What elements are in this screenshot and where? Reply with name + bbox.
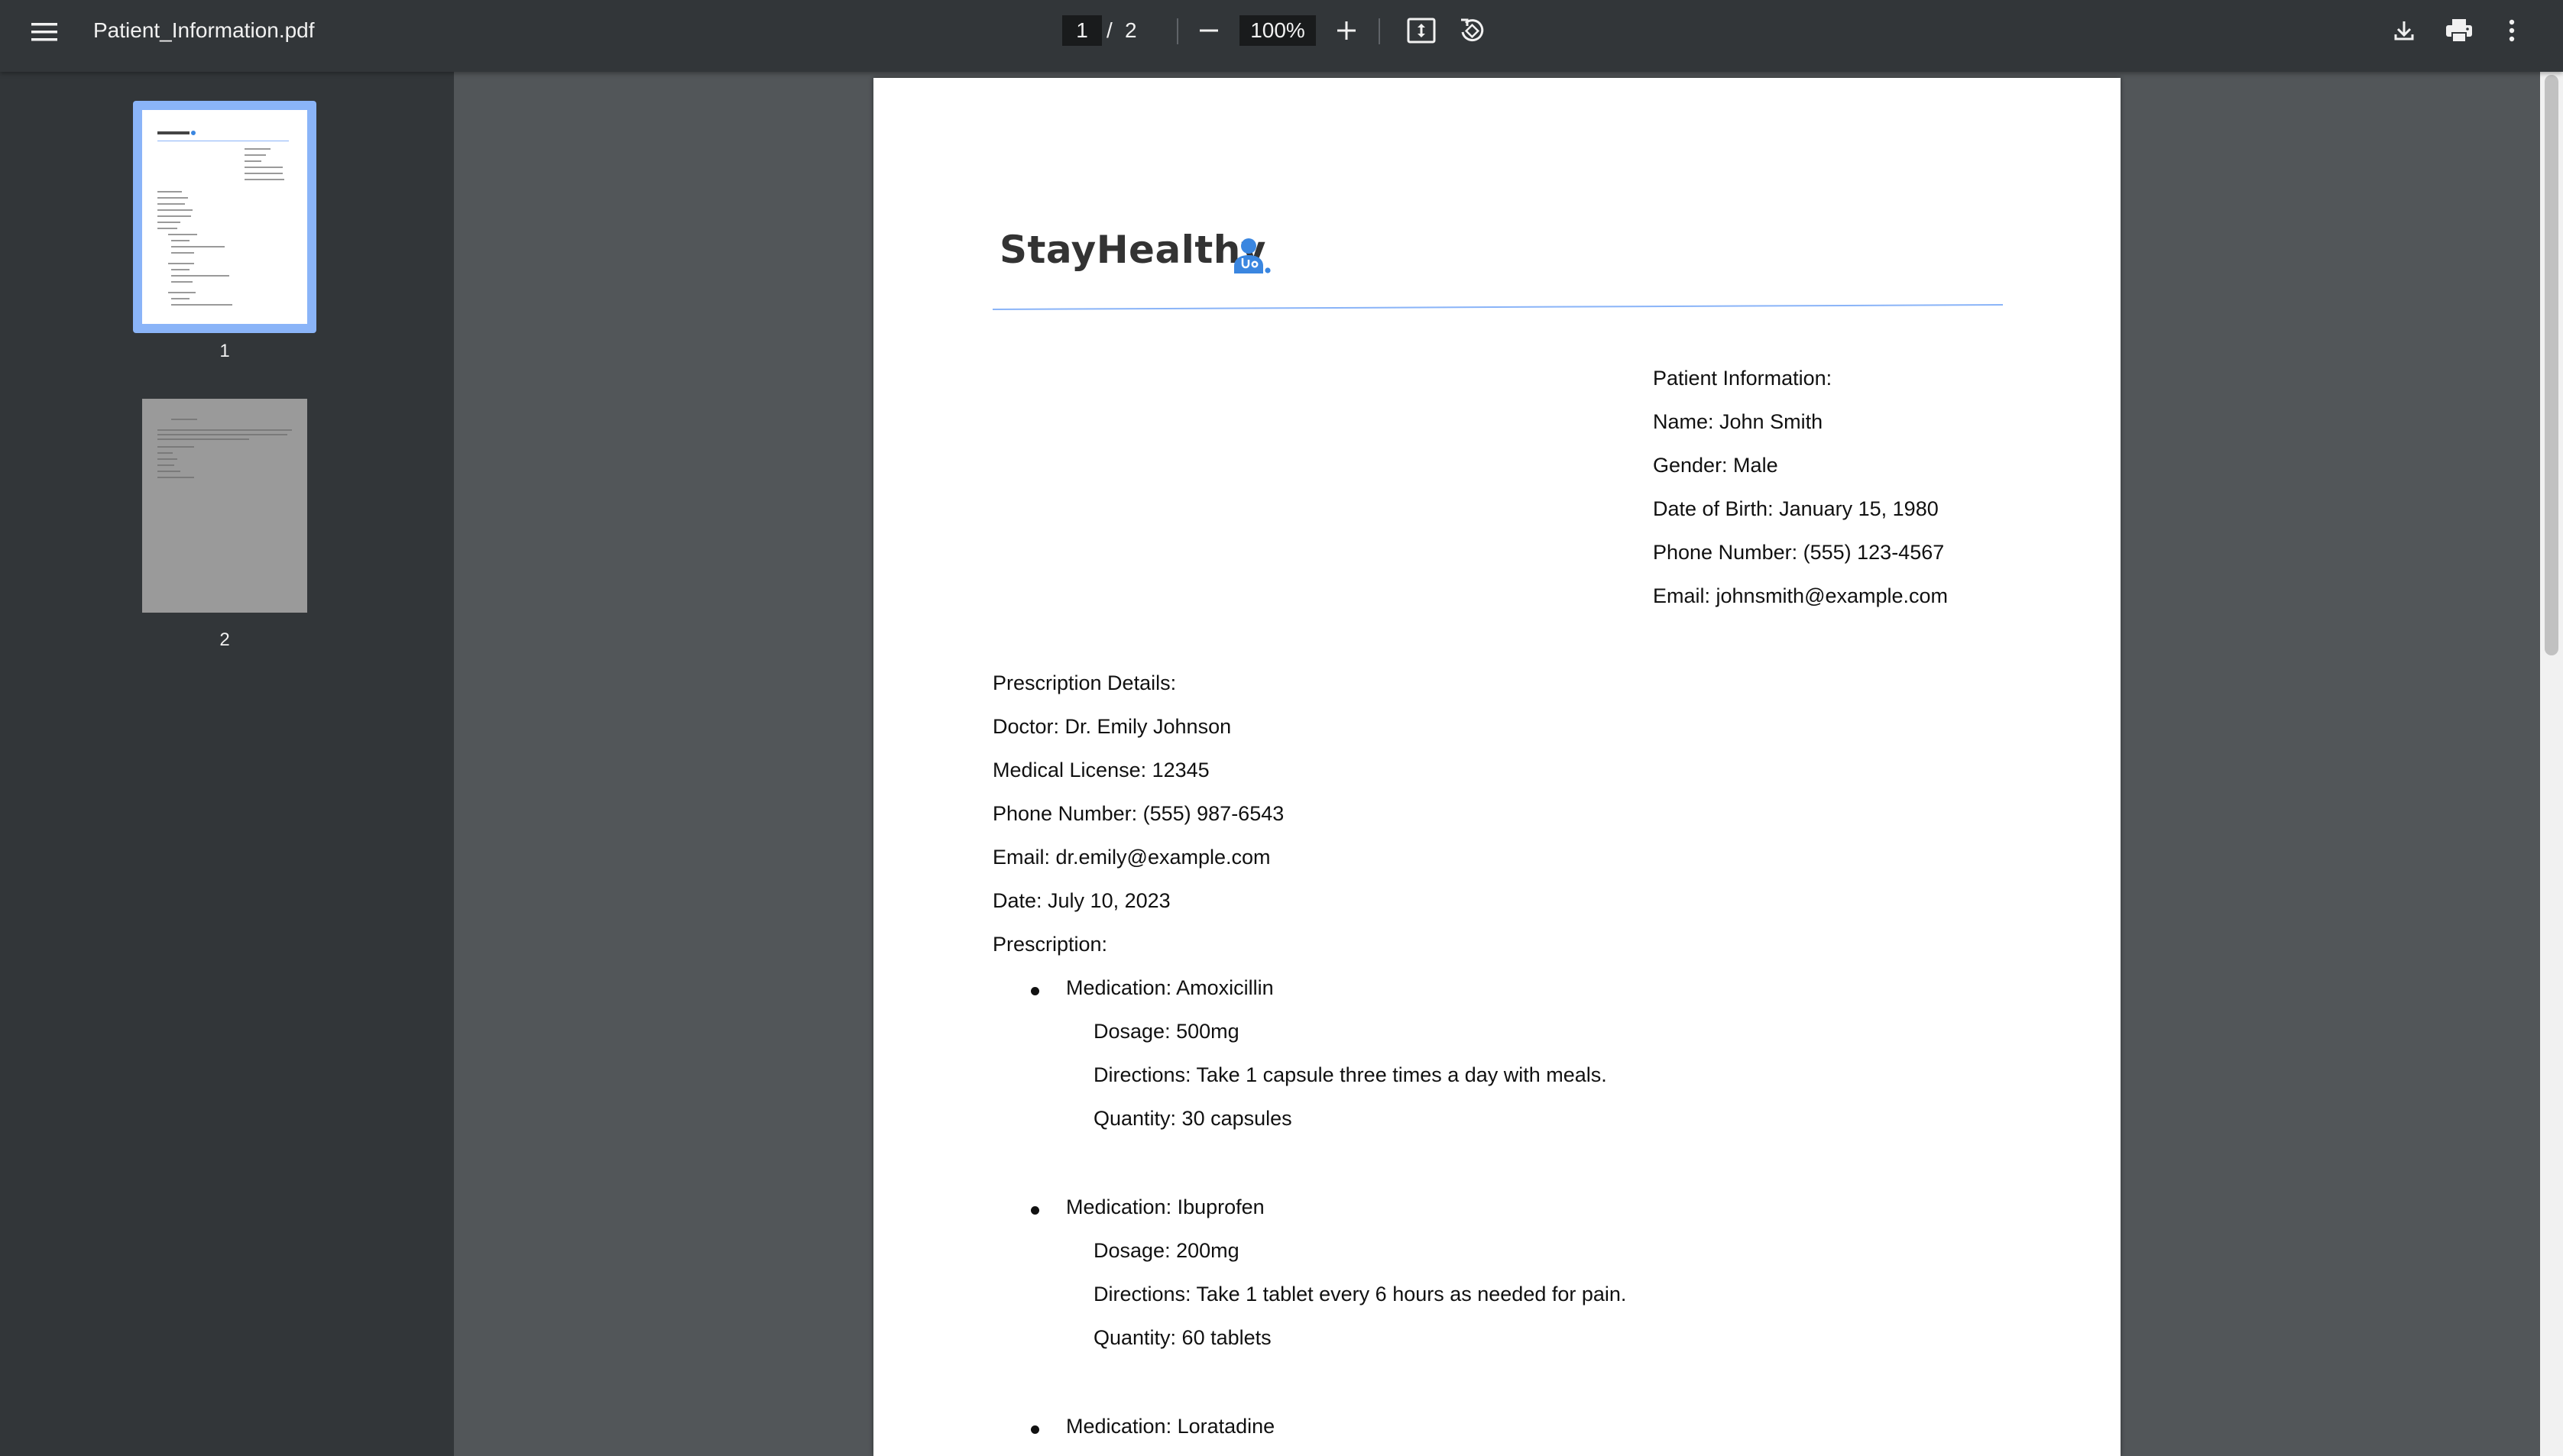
thumbnail-page-1-preview [142, 110, 307, 324]
thumbnail-page-1[interactable] [142, 110, 307, 324]
toolbar-divider [1177, 18, 1178, 44]
medication-name: Medication: Ibuprofen [1066, 1196, 1265, 1218]
medication-name: Medication: Loratadine [1066, 1415, 1275, 1438]
page-number-input[interactable]: 1 [1062, 15, 1102, 46]
medication-quantity: Quantity: 60 tablets [1094, 1326, 1272, 1349]
rotate-icon[interactable] [1455, 14, 1489, 47]
medication-quantity: Quantity: 30 capsules [1094, 1107, 1292, 1130]
total-pages: 2 [1125, 18, 1137, 42]
print-icon[interactable] [2442, 15, 2476, 46]
toolbar-divider [1379, 18, 1380, 44]
list-bullet [1031, 1206, 1039, 1215]
header-divider [993, 304, 2003, 310]
patient-info-heading: Patient Information: [1653, 367, 1832, 390]
minus-icon[interactable] [1194, 15, 1224, 46]
patient-email: Email: johnsmith@example.com [1653, 584, 1949, 607]
medication-directions: Directions: Take 1 capsule three times a… [1094, 1063, 1607, 1086]
doctor-email: Email: dr.emily@example.com [993, 846, 1271, 869]
download-icon[interactable] [2389, 15, 2419, 46]
scrollbar-thumb[interactable] [2545, 75, 2558, 655]
logo-text: StayHealthy [1000, 228, 1266, 272]
thumbnail-page-2-preview [142, 399, 307, 613]
thumbnail-label-2: 2 [219, 629, 230, 650]
list-bullet [1031, 987, 1039, 995]
prescription-date: Date: July 10, 2023 [993, 889, 1171, 912]
medication-directions: Directions: Take 1 tablet every 6 hours … [1094, 1283, 1627, 1306]
document-title: Patient_Information.pdf [93, 18, 315, 42]
medication-name: Medication: Amoxicillin [1066, 976, 1274, 999]
pdf-toolbar: Patient_Information.pdf 1 / 2 100% [0, 0, 2563, 72]
prescription-label: Prescription: [993, 933, 1108, 956]
thumbnail-page-2[interactable] [142, 399, 307, 613]
medication-dosage: Dosage: 200mg [1094, 1239, 1239, 1262]
prescription-heading: Prescription Details: [993, 671, 1177, 694]
doctor-phone: Phone Number: (555) 987-6543 [993, 802, 1285, 825]
patient-dob: Date of Birth: January 15, 1980 [1653, 497, 1939, 520]
plus-icon[interactable] [1331, 15, 1362, 46]
patient-phone: Phone Number: (555) 123-4567 [1653, 541, 1945, 564]
patient-gender: Gender: Male [1653, 454, 1778, 477]
more-vert-icon[interactable] [2500, 15, 2523, 46]
thumbnail-label-1: 1 [219, 341, 230, 361]
doctor-name: Doctor: Dr. Emily Johnson [993, 715, 1232, 738]
hamburger-menu-icon[interactable] [28, 17, 61, 47]
medical-license: Medical License: 12345 [993, 759, 1210, 781]
page-separator: / [1107, 18, 1113, 42]
doctor-icon [1233, 237, 1271, 275]
patient-name: Name: John Smith [1653, 410, 1823, 433]
medication-dosage: Dosage: 500mg [1094, 1020, 1239, 1043]
list-bullet [1031, 1425, 1039, 1434]
zoom-level-input[interactable]: 100% [1239, 15, 1316, 46]
fit-to-page-icon[interactable] [1405, 15, 1438, 46]
pdf-page-1: StayHealthy Patient Information: Name: J… [873, 78, 2121, 1456]
